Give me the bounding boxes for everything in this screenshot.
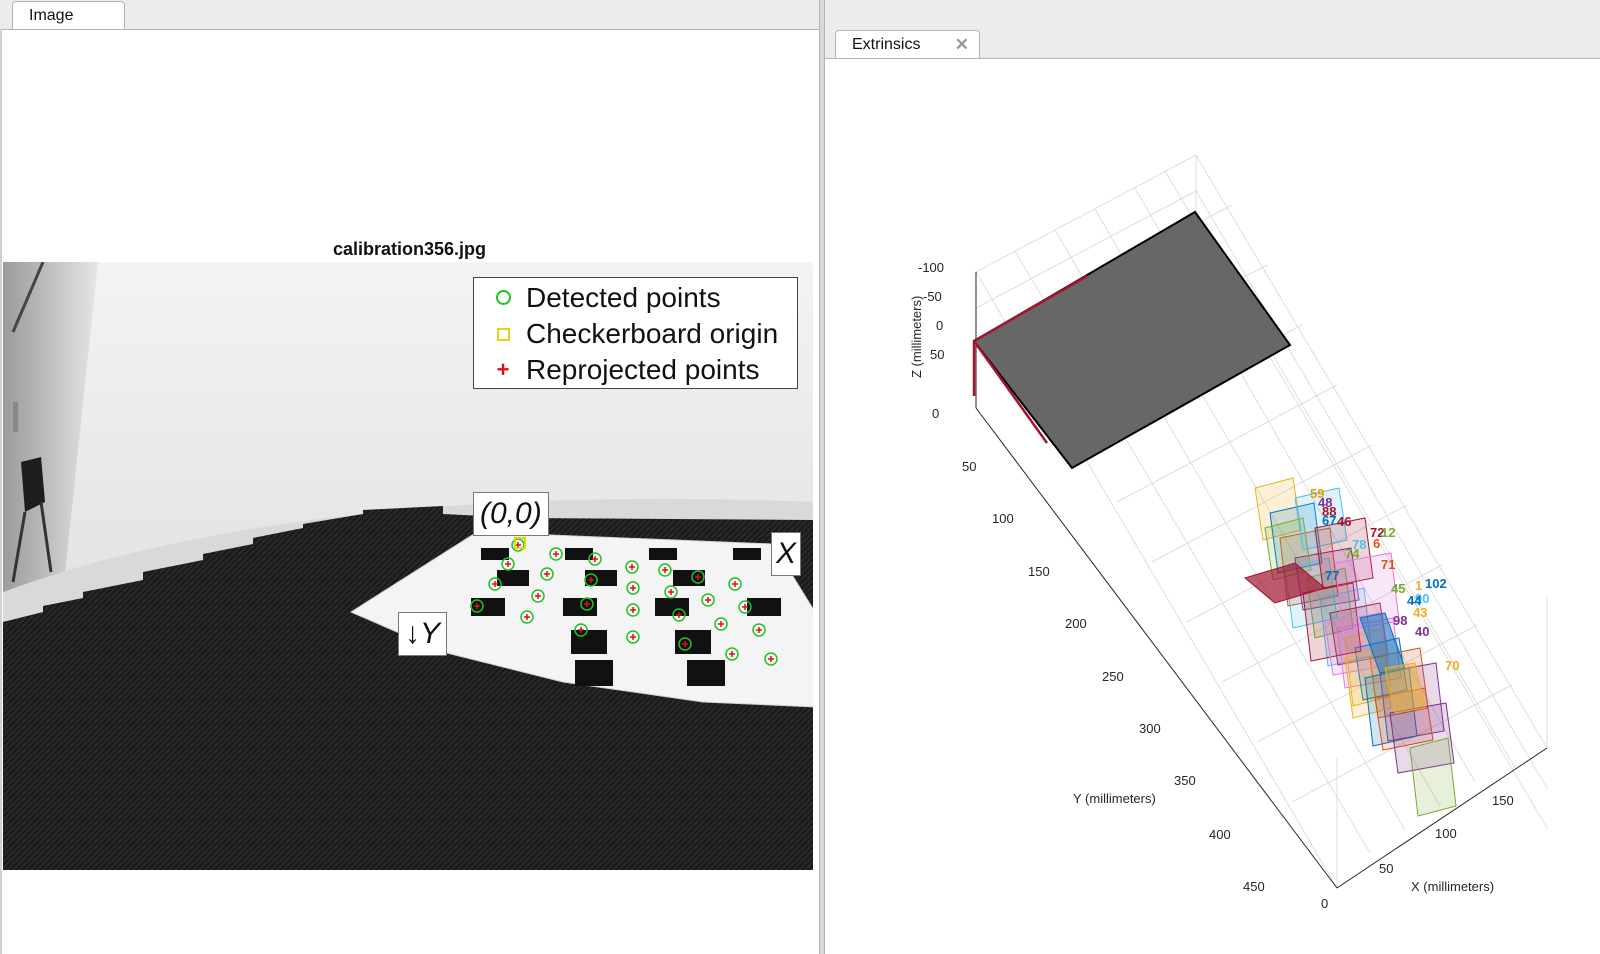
legend: Detected points Checkerboard origin + Rep… <box>473 277 798 389</box>
camera-label: 67 <box>1322 513 1336 528</box>
camera-label: 102 <box>1425 576 1447 591</box>
close-icon[interactable]: ✕ <box>955 31 969 59</box>
camera-label: 46 <box>1337 514 1351 529</box>
image-title: calibration356.jpg <box>332 239 487 259</box>
checker-square <box>747 598 781 616</box>
checker-square <box>575 660 613 686</box>
camera-label: 12 <box>1381 525 1395 540</box>
plus-marker-icon: + <box>496 356 510 382</box>
camera-label: 77 <box>1325 568 1339 583</box>
checker-square <box>649 548 677 560</box>
checker-square <box>655 598 689 616</box>
x-direction-label: X <box>771 532 802 576</box>
camera-label: 70 <box>1445 658 1459 673</box>
y-tick-label: 400 <box>1209 827 1231 842</box>
camera-frustum <box>1409 737 1457 817</box>
extrinsics-3d-plot[interactable]: 59488867 46721278 674717745 1 10290444398407… <box>825 58 1600 954</box>
y-tick-label: 250 <box>1102 669 1124 684</box>
z-tick-label: -50 <box>923 289 942 304</box>
y-axis-label: Y (millimeters) <box>1073 791 1156 806</box>
y-tick-label: 50 <box>962 459 976 474</box>
extrinsics-tab-strip: Extrinsics ✕ <box>825 29 1600 59</box>
checker-square <box>687 660 725 686</box>
circle-marker-icon <box>495 289 511 305</box>
square-marker-icon <box>496 327 510 341</box>
extrinsics-panel: Extrinsics ✕ 59 48 88 67 46 72 12 78 6 7… <box>825 0 1600 954</box>
y-tick-label: 450 <box>1243 879 1265 894</box>
camera-label: 40 <box>1415 624 1429 639</box>
camera-label: 45 <box>1391 581 1405 596</box>
y-tick-label: 100 <box>992 511 1014 526</box>
camera-label: 98 <box>1393 613 1407 628</box>
x-tick-label: 50 <box>1379 861 1393 876</box>
panel-border <box>0 29 2 954</box>
checker-square <box>673 570 705 586</box>
z-tick-label: 0 <box>936 318 943 333</box>
x-tick-label: 100 <box>1435 826 1457 841</box>
z-axis-label: Z (millimeters) <box>909 296 924 378</box>
z-tick-label: -100 <box>918 260 944 275</box>
tab-image-label: Image <box>29 7 74 24</box>
x-tick-label: 0 <box>1321 896 1328 911</box>
y-tick-label: 150 <box>1028 564 1050 579</box>
tab-extrinsics-label: Extrinsics <box>852 36 921 53</box>
camera-label: 43 <box>1413 605 1427 620</box>
checker-square <box>497 570 529 586</box>
checker-square <box>585 570 617 586</box>
legend-origin: Checkerboard origin <box>490 316 778 350</box>
z-tick-label: 0 <box>932 406 939 421</box>
camera-label: 74 <box>1345 546 1360 561</box>
y-tick-label: 200 <box>1065 616 1087 631</box>
tab-extrinsics[interactable]: Extrinsics ✕ <box>835 30 980 58</box>
y-direction-label: ↓Y <box>398 612 448 656</box>
legend-reprojected: + Reprojected points <box>496 353 760 385</box>
toolstrip-bar <box>825 0 1600 30</box>
checker-square <box>675 630 711 654</box>
tab-image[interactable]: Image <box>12 1 125 29</box>
checker-square <box>733 548 761 560</box>
x-axis-label: X (millimeters) <box>1411 879 1494 894</box>
z-tick-label: 50 <box>930 347 944 362</box>
y-tick-label: 300 <box>1139 721 1161 736</box>
camera-label: 6 <box>1373 536 1380 551</box>
x-tick-label: 150 <box>1492 793 1514 808</box>
y-tick-labels: 50 100 150 200 250 300 350 400 450 <box>962 459 1265 894</box>
y-tick-label: 350 <box>1174 773 1196 788</box>
checkerboard-plane <box>972 210 1292 470</box>
camera-label: 71 <box>1381 557 1395 572</box>
origin-label: (0,0) <box>473 492 549 536</box>
image-tab-strip: Image <box>0 0 819 30</box>
legend-detected: Detected points <box>490 280 721 314</box>
image-panel: Image calibration356.jpg (0,0) X ↓Y Dete… <box>0 0 819 954</box>
